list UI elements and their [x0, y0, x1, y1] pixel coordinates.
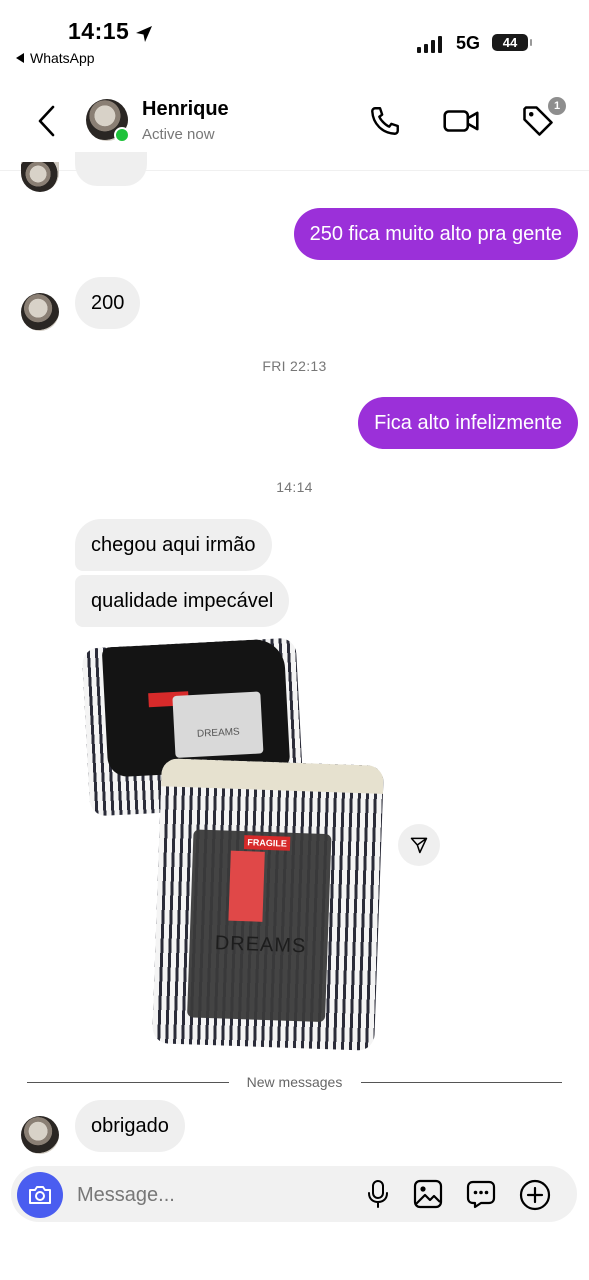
voice-call-icon[interactable]	[368, 104, 402, 138]
message-bubble-outgoing[interactable]: 250 fica muito alto pra gente	[293, 208, 578, 260]
message-bubble-incoming[interactable]: obrigado	[75, 1100, 185, 1152]
battery-indicator: 44	[492, 34, 532, 51]
plus-circle-icon	[519, 1179, 551, 1211]
send-paper-plane-icon	[410, 837, 428, 854]
image-icon	[413, 1179, 443, 1209]
online-status-dot	[114, 127, 130, 143]
photo-brand-text: DREAMS	[214, 932, 307, 958]
camera-icon	[29, 1186, 51, 1204]
back-triangle-icon	[16, 53, 24, 63]
share-button[interactable]	[398, 824, 440, 866]
message-timestamp: 14:14	[276, 479, 313, 495]
sender-avatar	[21, 162, 59, 192]
sender-avatar[interactable]	[21, 293, 59, 331]
message-bubble-partial[interactable]: ...	[75, 152, 147, 186]
video-call-icon[interactable]	[442, 104, 480, 138]
chat-bubble-dots-icon	[466, 1180, 496, 1209]
new-messages-divider	[361, 1082, 562, 1083]
message-bubble-outgoing[interactable]: Fica alto infelizmente	[358, 397, 578, 449]
gallery-button[interactable]	[412, 1178, 444, 1210]
shared-photo[interactable]: FRAGILE DREAMS	[152, 758, 384, 1051]
microphone-button[interactable]	[362, 1178, 394, 1210]
back-arrow-icon[interactable]	[36, 104, 58, 138]
contact-status: Active now	[142, 126, 215, 143]
location-arrow-icon	[136, 26, 152, 42]
photo-mailer-edge	[161, 758, 384, 794]
photo-red-label	[228, 850, 265, 922]
message-bubble-incoming[interactable]: chegou aqui irmão	[75, 519, 272, 571]
add-button[interactable]	[518, 1178, 552, 1212]
photo-fragile-sticker: FRAGILE	[243, 835, 291, 851]
message-bubble-incoming[interactable]: 200	[75, 277, 141, 329]
sender-avatar[interactable]	[21, 1116, 59, 1154]
back-app-label: WhatsApp	[30, 50, 95, 66]
contact-name[interactable]: Henrique	[142, 98, 229, 121]
cellular-signal-icon	[417, 36, 442, 53]
camera-button[interactable]	[17, 1172, 63, 1218]
message-timestamp: FRI 22:13	[262, 358, 327, 374]
status-time: 14:15	[68, 18, 130, 44]
tag-badge: 1	[548, 97, 566, 115]
message-input[interactable]	[75, 1180, 339, 1210]
sticker-button[interactable]	[465, 1178, 497, 1210]
photo-package-label: DREAMS	[172, 691, 264, 758]
network-type: 5G	[456, 33, 481, 53]
message-bubble-incoming[interactable]: qualidade impecável	[75, 575, 290, 627]
back-to-app-link[interactable]: WhatsApp	[16, 50, 95, 66]
microphone-icon	[368, 1180, 388, 1208]
